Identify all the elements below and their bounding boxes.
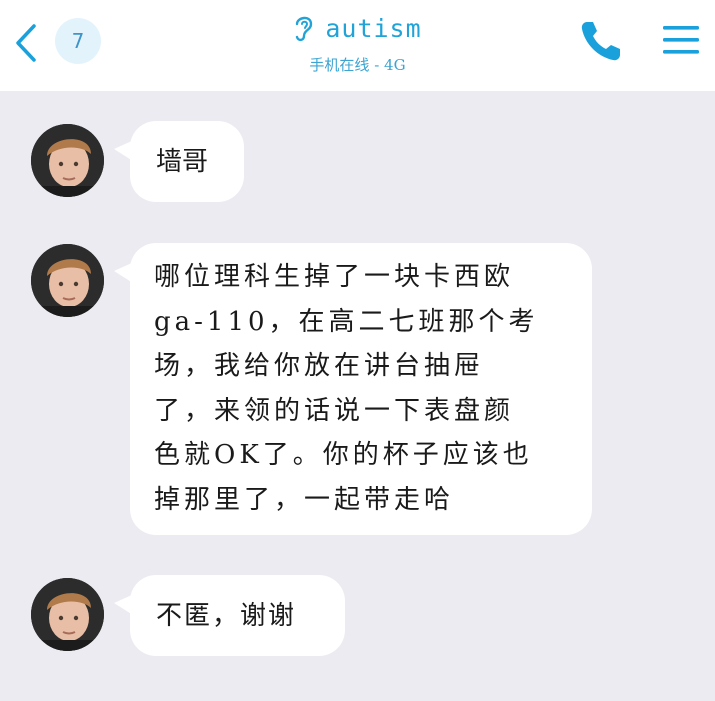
message-text: 墙哥 — [156, 147, 209, 177]
sender-avatar[interactable] — [31, 124, 104, 197]
bubble-tail — [114, 139, 136, 163]
avatar-image — [31, 244, 104, 317]
message-text: 哪位理科生掉了一块卡西欧 ga-110，在高二七班那个考 场，我给你放在讲台抽屉… — [154, 262, 539, 515]
chat-header: 7 autism 手机在线 - 4G — [0, 0, 715, 91]
hamburger-menu-icon[interactable] — [660, 20, 702, 60]
bubble-tail — [114, 261, 136, 285]
sender-avatar[interactable] — [31, 244, 104, 317]
back-chevron-icon[interactable] — [8, 20, 44, 66]
online-status: 手机在线 - 4G — [309, 56, 406, 74]
message-bubble[interactable]: 墙哥 — [114, 121, 244, 202]
avatar-image — [31, 124, 104, 197]
bubble-tail — [114, 593, 136, 617]
contact-name: autism — [325, 13, 422, 43]
message-bubble[interactable]: 不匿，谢谢 — [114, 575, 345, 656]
message-bubble[interactable]: 哪位理科生掉了一块卡西欧 ga-110，在高二七班那个考 场，我给你放在讲台抽屉… — [114, 243, 592, 535]
phone-icon[interactable] — [578, 18, 624, 64]
sender-avatar[interactable] — [31, 578, 104, 651]
unread-count-badge[interactable]: 7 — [55, 18, 101, 64]
message-text: 不匿，谢谢 — [156, 601, 297, 631]
avatar-image — [31, 578, 104, 651]
chat-title-area[interactable]: autism 手机在线 - 4G — [200, 8, 515, 75]
ear-icon — [296, 16, 313, 42]
